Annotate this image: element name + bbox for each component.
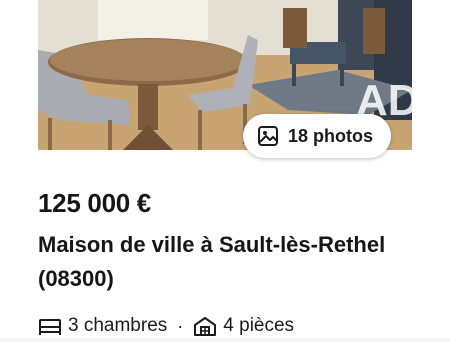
house-icon bbox=[193, 316, 217, 336]
listing-title[interactable]: Maison de ville à Sault-lès-Rethel (0830… bbox=[38, 228, 418, 296]
feature-rooms: 4 pièces bbox=[223, 315, 295, 336]
listing-card[interactable]: AD 18 photos 125 000 € Maison de ville à… bbox=[0, 0, 450, 338]
photo-count-label: 18 photos bbox=[288, 125, 374, 146]
feature-bedrooms: 3 chambres bbox=[68, 315, 168, 336]
photo-count-button[interactable]: 18 photos bbox=[243, 114, 391, 158]
bed-icon bbox=[38, 316, 62, 336]
feature-separator: · bbox=[177, 315, 184, 336]
listing-features: 3 chambres · 4 pièces bbox=[38, 315, 294, 337]
listing-price: 125 000 € bbox=[38, 188, 151, 218]
photo-gallery-icon bbox=[257, 125, 279, 147]
